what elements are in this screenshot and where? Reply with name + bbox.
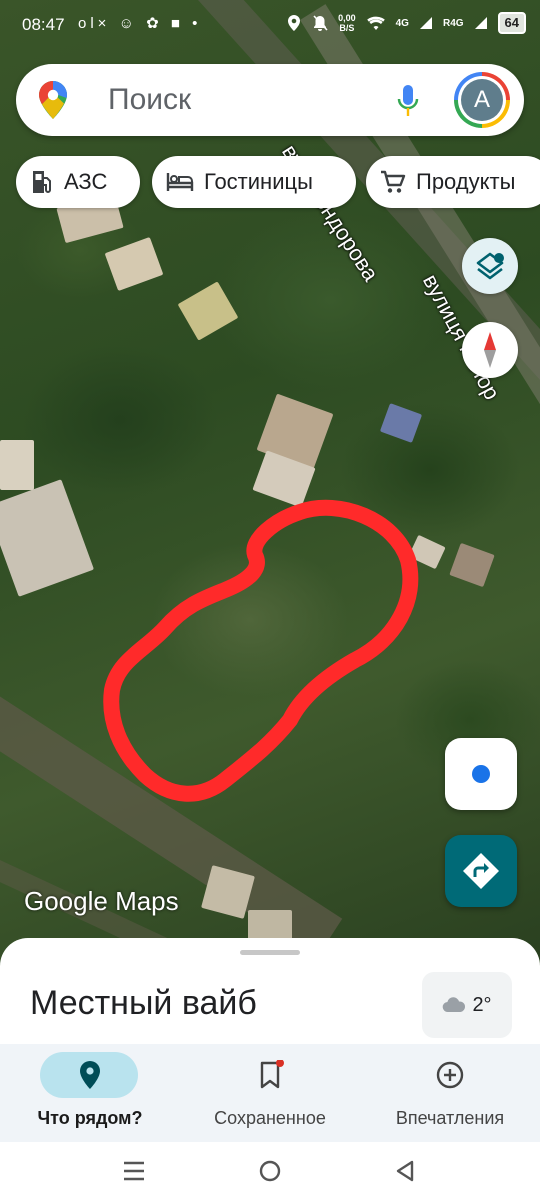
chip-label: АЗС: [64, 169, 108, 194]
bug-icon: ✿: [146, 15, 163, 32]
satellite-map[interactable]: вул. Кондорова вулиця Мілор Google Maps: [0, 0, 540, 960]
net-speed: 0,00 B/S: [338, 13, 356, 33]
chip-gas-stations[interactable]: АЗС: [16, 156, 140, 208]
back-icon[interactable]: [394, 1159, 416, 1183]
chip-label: Продукты: [416, 169, 516, 194]
olx-icon: ol×: [78, 15, 111, 32]
sheet-title: Местный вайб: [30, 984, 257, 1022]
compass-icon: [484, 332, 496, 368]
cloud-icon: [443, 997, 466, 1013]
network-4g: 4G: [395, 17, 409, 29]
search-input[interactable]: Поиск: [108, 83, 191, 117]
battery-indicator: 64: [497, 12, 526, 34]
nav-label: Что рядом?: [37, 1108, 143, 1128]
microphone-icon[interactable]: [396, 84, 420, 118]
gas-station-icon: [33, 171, 51, 193]
wifi-icon: [366, 16, 385, 30]
my-location-icon: [472, 765, 490, 783]
add-circle-icon: [436, 1061, 464, 1089]
nav-saved[interactable]: Сохраненное: [180, 1044, 360, 1142]
layers-icon: [476, 252, 504, 280]
status-bar: 08:47 ol× ☺ ✿ ■ • 0,00 B/S 4G R4G 64: [0, 0, 540, 50]
status-time: 08:47: [22, 15, 65, 34]
search-bar[interactable]: Поиск A: [16, 64, 524, 136]
cart-icon: [381, 170, 406, 193]
mute-icon: [313, 15, 328, 31]
dot-icon: •: [192, 15, 202, 32]
nav-contribute[interactable]: Впечатления: [360, 1044, 540, 1142]
nav-explore[interactable]: Что рядом?: [0, 1044, 180, 1142]
bed-icon: [166, 173, 194, 191]
directions-button[interactable]: [445, 835, 517, 907]
google-maps-watermark: Google Maps: [24, 886, 179, 916]
drawn-outline: [103, 499, 419, 802]
layers-button[interactable]: [462, 238, 518, 294]
home-icon[interactable]: [258, 1159, 282, 1183]
bookmark-icon: [260, 1060, 284, 1089]
nav-label: Сохраненное: [214, 1108, 326, 1128]
avatar-letter: A: [461, 79, 503, 121]
weather-temp: 2°: [472, 993, 492, 1016]
sheet-drag-handle[interactable]: [240, 950, 300, 955]
recent-apps-icon[interactable]: [122, 1160, 146, 1182]
notification-icons: ol× ☺ ✿ ■ •: [78, 14, 201, 32]
google-maps-logo-icon: [39, 81, 67, 119]
signal-icon: [419, 17, 432, 29]
weather-badge[interactable]: 2°: [422, 972, 512, 1038]
square-icon: ■: [170, 15, 184, 32]
chip-hotels[interactable]: Гостиницы: [152, 156, 356, 208]
network-r4g: R4G: [442, 17, 464, 29]
system-icons: 0,00 B/S 4G R4G 64: [286, 12, 526, 34]
signal-icon: [474, 17, 487, 29]
chip-groceries[interactable]: Продукты: [366, 156, 540, 208]
smiley-icon: ☺: [118, 15, 138, 32]
bottom-navigation: Что рядом? Сохраненное Впечатления: [0, 1044, 540, 1142]
location-pin-icon: [80, 1061, 100, 1089]
nav-label: Впечатления: [395, 1108, 505, 1128]
compass-button[interactable]: [462, 322, 518, 378]
system-navigation-bar: [0, 1142, 540, 1200]
directions-icon: [463, 853, 499, 889]
my-location-button[interactable]: [445, 738, 517, 810]
account-avatar[interactable]: A: [454, 72, 510, 128]
location-icon: [288, 15, 301, 31]
chip-label: Гостиницы: [204, 169, 313, 194]
